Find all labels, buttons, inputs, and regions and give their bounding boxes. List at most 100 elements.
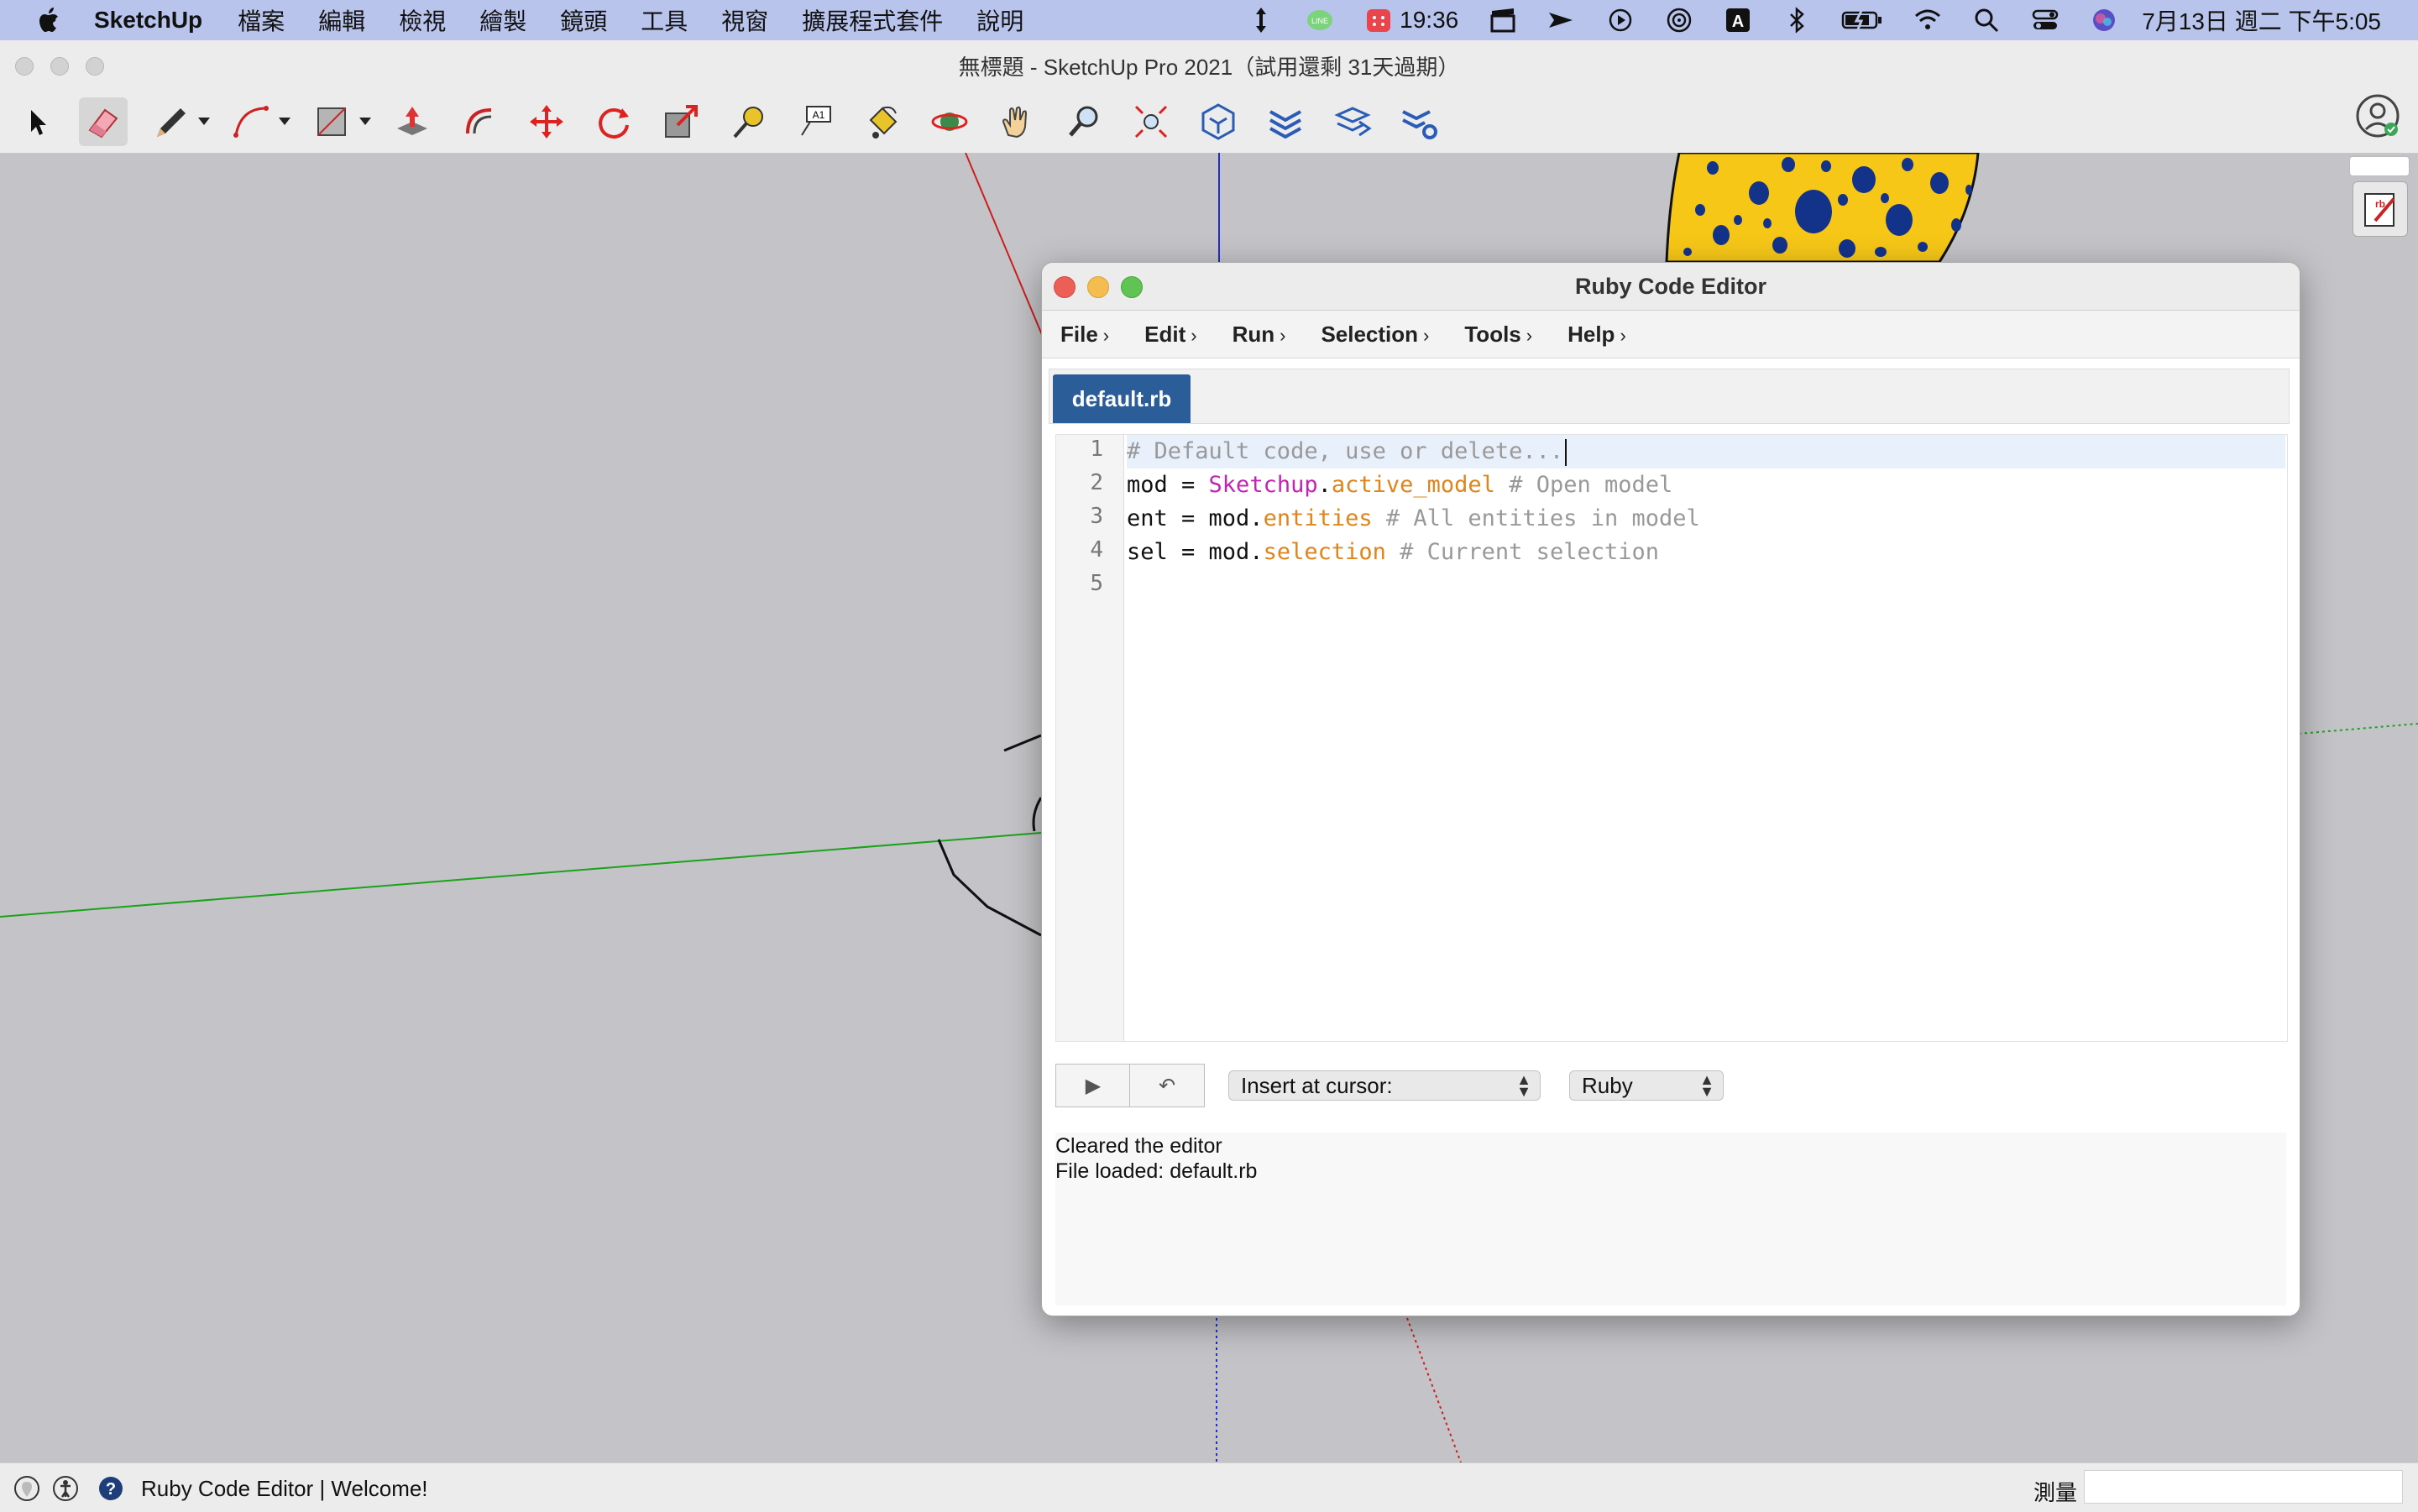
paint-bucket-tool-button[interactable]: [858, 97, 907, 146]
window-title: 無標題 - SketchUp Pro 2021（試用還剩 31天過期）: [958, 54, 1460, 80]
offset-tool-button[interactable]: [455, 97, 504, 146]
clapperboard-icon[interactable]: [1489, 6, 1517, 34]
svg-text:LINE: LINE: [1311, 17, 1328, 25]
menu-help[interactable]: 說明: [976, 3, 1023, 37]
output-line: File loaded: default.rb: [1055, 1159, 1258, 1183]
rectangle-tool-button[interactable]: [307, 97, 356, 146]
line-app-icon[interactable]: LINE: [1306, 6, 1334, 34]
editor-zoom-button[interactable]: [1121, 276, 1143, 298]
resize-arrows-icon[interactable]: [1247, 6, 1275, 34]
credits-icon[interactable]: [52, 1475, 79, 1502]
close-window-button[interactable]: [15, 57, 34, 76]
move-icon: [530, 105, 563, 139]
arc-tool-dropdown[interactable]: [279, 118, 290, 125]
editor-menu-help[interactable]: Help ›: [1568, 322, 1626, 348]
editor-menu-edit[interactable]: Edit ›: [1144, 322, 1196, 348]
menu-edit[interactable]: 編輯: [318, 3, 365, 37]
code-editor[interactable]: 1 2 3 4 5 # Default code, use or delete.…: [1055, 434, 2288, 1042]
rotate-tool-button[interactable]: [589, 97, 638, 146]
3d-warehouse-button[interactable]: [1194, 97, 1243, 146]
editor-title-bar[interactable]: Ruby Code Editor: [1042, 263, 2300, 311]
zoom-icon: [1069, 106, 1098, 137]
input-source-icon[interactable]: A: [1724, 6, 1752, 34]
calendar-status[interactable]: 19:36: [1364, 6, 1458, 34]
orbit-tool-button[interactable]: [925, 97, 974, 146]
airdrop-icon[interactable]: [1665, 6, 1693, 34]
geo-location-icon[interactable]: [13, 1475, 40, 1502]
zoom-extents-tool-button[interactable]: [1127, 97, 1175, 146]
bluetooth-icon[interactable]: [1782, 6, 1811, 34]
battery-icon[interactable]: [1841, 6, 1883, 34]
zoom-window-button[interactable]: [86, 57, 104, 76]
insert-mode-select[interactable]: Insert at cursor: ▲ ▼: [1228, 1070, 1541, 1101]
send-arrow-icon[interactable]: [1547, 6, 1576, 34]
yellow-dotted-object[interactable]: [1665, 153, 1980, 264]
account-button[interactable]: [2354, 92, 2401, 139]
editor-close-button[interactable]: [1054, 276, 1076, 298]
arc-tool-button[interactable]: [227, 97, 275, 146]
output-line: Cleared the editor: [1055, 1134, 1222, 1158]
run-button[interactable]: ▶: [1055, 1064, 1131, 1107]
editor-menu-selection[interactable]: Selection ›: [1321, 322, 1429, 348]
control-center-icon[interactable]: [2031, 6, 2059, 34]
eraser-tool-button[interactable]: [79, 97, 128, 146]
tape-measure-tool-button[interactable]: [724, 97, 772, 146]
menubar-clock[interactable]: 7月13日 週二 下午5:05: [2142, 3, 2381, 37]
pan-tool-button[interactable]: [992, 97, 1041, 146]
menu-file[interactable]: 檔案: [238, 3, 285, 37]
ruby-editor-launch-button[interactable]: rb: [2353, 181, 2408, 237]
code-line-1[interactable]: # Default code, use or delete...: [1127, 435, 2285, 468]
extension-warehouse-button[interactable]: [1261, 97, 1310, 146]
code-line-4[interactable]: sel = mod.selection # Current selection: [1127, 536, 2285, 569]
editor-menu-tools[interactable]: Tools ›: [1464, 322, 1532, 348]
editor-minimize-button[interactable]: [1087, 276, 1109, 298]
app-menu-sketchup[interactable]: SketchUp: [94, 7, 202, 34]
menu-window[interactable]: 視窗: [721, 3, 768, 37]
extension-manager-icon: [1402, 110, 1437, 139]
language-select[interactable]: Ruby ▲ ▼: [1569, 1070, 1724, 1101]
instructor-help-icon[interactable]: ?: [97, 1475, 124, 1502]
select-tool-button[interactable]: [12, 97, 60, 146]
code-line-3[interactable]: ent = mod.entities # All entities in mod…: [1127, 502, 2285, 536]
tab-default-rb[interactable]: default.rb: [1053, 374, 1191, 423]
tray-toggle[interactable]: [2349, 156, 2410, 176]
menu-draw[interactable]: 繪製: [479, 3, 526, 37]
line-number: 2: [1090, 470, 1103, 495]
svg-text:A1: A1: [813, 109, 825, 121]
extension-manager-button[interactable]: [1395, 97, 1444, 146]
line-tool-button[interactable]: [146, 97, 195, 146]
play-circle-icon[interactable]: [1606, 6, 1635, 34]
text-tool-button[interactable]: A1: [791, 97, 840, 146]
calendar-icon: [1364, 6, 1393, 34]
menu-extensions[interactable]: 擴展程式套件: [802, 3, 943, 37]
tape-measure-icon: [733, 107, 763, 139]
push-pull-tool-button[interactable]: [388, 97, 437, 146]
move-tool-button[interactable]: [522, 97, 571, 146]
spotlight-search-icon[interactable]: [1972, 6, 2001, 34]
siri-icon[interactable]: [2090, 6, 2118, 34]
rectangle-tool-dropdown[interactable]: [359, 118, 371, 125]
scale-tool-button[interactable]: [657, 97, 705, 146]
measurements-input[interactable]: [2084, 1470, 2403, 1504]
red-axis-negative: [1406, 1317, 1462, 1462]
output-console[interactable]: Cleared the editor File loaded: default.…: [1055, 1133, 2286, 1305]
line-tool-dropdown[interactable]: [198, 118, 210, 125]
measurements-label: 測量: [2033, 1480, 2078, 1505]
send-to-layout-button[interactable]: [1328, 97, 1377, 146]
status-time: 19:36: [1400, 7, 1459, 33]
undo-button[interactable]: ↶: [1129, 1064, 1205, 1107]
editor-menu-file[interactable]: File ›: [1060, 322, 1109, 348]
apple-icon[interactable]: [35, 6, 60, 34]
menu-view[interactable]: 檢視: [399, 3, 446, 37]
menu-tools[interactable]: 工具: [641, 3, 688, 37]
zoom-tool-button[interactable]: [1060, 97, 1108, 146]
warehouse-icon: [1201, 103, 1235, 140]
insert-mode-value: Insert at cursor:: [1241, 1072, 1393, 1098]
wifi-icon[interactable]: [1913, 6, 1942, 34]
minimize-window-button[interactable]: [50, 57, 69, 76]
code-line-2[interactable]: mod = Sketchup.active_model # Open model: [1127, 468, 2285, 502]
editor-menu-run[interactable]: Run ›: [1233, 322, 1286, 348]
menu-camera[interactable]: 鏡頭: [560, 3, 607, 37]
code-line-5[interactable]: [1127, 569, 2285, 603]
green-axis: [0, 832, 1042, 918]
